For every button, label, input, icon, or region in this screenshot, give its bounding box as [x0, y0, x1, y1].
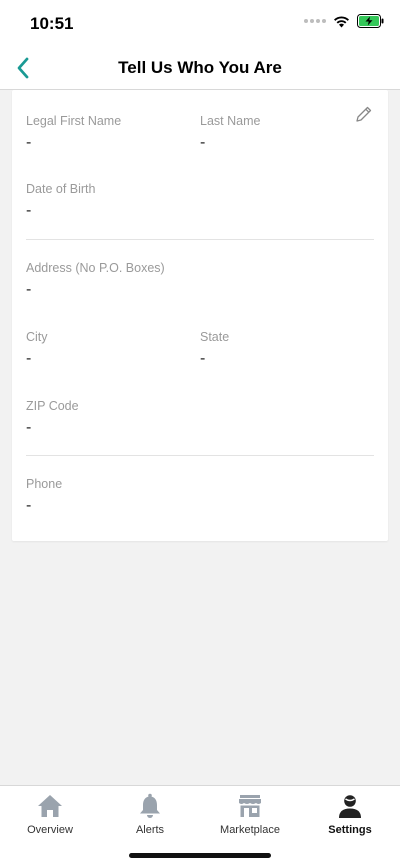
address-value: - [26, 281, 32, 298]
phone-field[interactable]: Phone - [26, 477, 62, 515]
divider [26, 455, 374, 456]
first-name-label: Legal First Name [26, 114, 122, 128]
phone-value: - [26, 497, 32, 514]
tab-settings-label: Settings [328, 824, 372, 836]
last-name-label: Last Name [200, 114, 261, 128]
city-field[interactable]: City - [26, 330, 48, 368]
last-name-value: - [200, 134, 206, 151]
battery-charging-icon [357, 14, 384, 28]
bell-icon [140, 793, 160, 818]
nav-bar: Tell Us Who You Are [0, 48, 400, 90]
state-label: State [200, 330, 230, 344]
user-settings-icon [339, 795, 361, 818]
tab-alerts[interactable]: Alerts [100, 792, 200, 836]
signal-dots-icon [304, 19, 326, 23]
dob-value: - [26, 202, 32, 219]
address-label: Address (No P.O. Boxes) [26, 261, 165, 275]
first-name-field[interactable]: Legal First Name - [26, 114, 121, 152]
phone-label: Phone [26, 477, 63, 491]
last-name-field[interactable]: Last Name - [200, 114, 260, 152]
first-name-value: - [26, 134, 32, 151]
zip-field[interactable]: ZIP Code - [26, 399, 79, 437]
tab-settings[interactable]: Settings [300, 792, 400, 836]
pencil-icon [356, 106, 372, 122]
zip-label: ZIP Code [26, 399, 79, 413]
home-indicator [129, 853, 271, 858]
page-title: Tell Us Who You Are [118, 58, 282, 77]
edit-button[interactable] [354, 104, 374, 124]
dob-label: Date of Birth [26, 182, 96, 196]
divider [26, 239, 374, 240]
zip-value: - [26, 419, 32, 436]
wifi-icon [334, 15, 349, 27]
tab-overview-label: Overview [27, 824, 73, 836]
status-icons [304, 14, 384, 28]
tab-overview[interactable]: Overview [0, 792, 100, 836]
store-icon [239, 795, 261, 817]
state-field[interactable]: State - [200, 330, 229, 368]
tab-alerts-label: Alerts [135, 824, 165, 836]
city-label: City [26, 330, 48, 344]
tab-marketplace-label: Marketplace [220, 824, 280, 836]
tab-marketplace[interactable]: Marketplace [200, 792, 300, 836]
profile-card: Legal First Name - Last Name - Date of B… [12, 90, 388, 541]
home-icon [38, 795, 62, 817]
dob-field[interactable]: Date of Birth - [26, 182, 95, 220]
state-value: - [200, 350, 206, 367]
status-time: 10:51 [30, 14, 74, 33]
city-value: - [26, 350, 32, 367]
status-bar: 10:51 [0, 0, 400, 48]
address-field[interactable]: Address (No P.O. Boxes) - [26, 261, 165, 299]
screen: 10:51 Tell Us Who You Are Legal First Na… [0, 0, 400, 866]
